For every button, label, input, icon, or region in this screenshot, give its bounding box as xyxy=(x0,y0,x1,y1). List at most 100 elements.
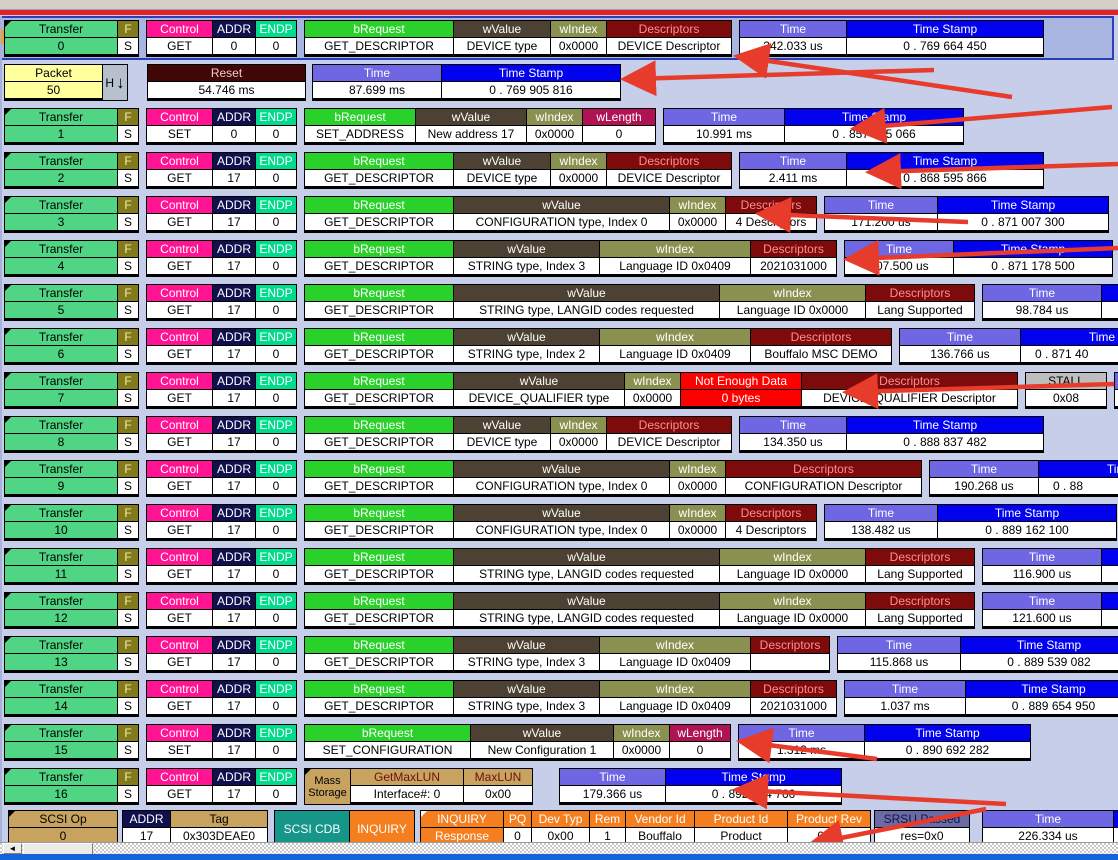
transfer-10-row[interactable]: Transfer10FSControlGETADDR17ENDP0bReques… xyxy=(4,504,1117,541)
control-value[interactable]: GET xyxy=(147,390,212,406)
endp-value[interactable]: 0 xyxy=(256,346,296,362)
descriptors-header[interactable]: Descriptors xyxy=(751,681,836,697)
scsi-cdb-cell[interactable]: SCSI CDB xyxy=(275,811,349,846)
endp-value[interactable]: 0 xyxy=(256,214,296,230)
control-header[interactable]: Control xyxy=(147,417,212,433)
stall-header[interactable]: STALL xyxy=(1026,373,1106,389)
time-header[interactable]: Time xyxy=(740,417,846,433)
time-stamp-header[interactable]: Time Stamp xyxy=(966,681,1118,697)
getmaxlun-header[interactable]: GetMaxLUN xyxy=(351,769,463,785)
addr-value[interactable]: 0 xyxy=(213,126,255,142)
f-value[interactable]: S xyxy=(118,390,138,406)
transfer-1-row[interactable]: Transfer1FSControlSETADDR0ENDP0bRequestS… xyxy=(4,108,964,145)
wvalue-value[interactable]: STRING type, Index 3 xyxy=(454,258,599,274)
time-stamp-value[interactable]: 0 . 888 837 482 xyxy=(847,434,1043,450)
time-header[interactable]: Time xyxy=(983,285,1101,301)
addr-header[interactable]: ADDR xyxy=(213,417,255,433)
endp-value[interactable]: 0 xyxy=(256,434,296,450)
endp-header[interactable]: ENDP xyxy=(256,109,296,125)
transfer-header[interactable]: Transfer xyxy=(5,329,117,345)
inquiry-cell[interactable]: INQUIRY xyxy=(350,811,414,846)
transfer-value[interactable]: 8 xyxy=(5,434,117,450)
control-header[interactable]: Control xyxy=(147,373,212,389)
time-value[interactable]: 138.482 us xyxy=(825,522,937,538)
brequest-value[interactable]: GET_DESCRIPTOR xyxy=(305,698,453,714)
reset-header[interactable]: Reset xyxy=(148,65,305,81)
time-stamp-value[interactable]: 0 . 890 692 282 xyxy=(865,742,1030,758)
control-header[interactable]: Control xyxy=(147,153,212,169)
f-value[interactable]: S xyxy=(118,38,138,54)
transfer-header[interactable]: Transfer xyxy=(5,593,117,609)
control-value[interactable]: GET xyxy=(147,610,212,626)
f-value[interactable]: S xyxy=(118,258,138,274)
control-value[interactable]: GET xyxy=(147,170,212,186)
wvalue-value[interactable]: DEVICE type xyxy=(454,38,550,54)
endp-value[interactable]: 0 xyxy=(256,786,296,802)
windex-header[interactable]: wIndex xyxy=(720,593,865,609)
control-value[interactable]: GET xyxy=(147,786,212,802)
time-stamp-header[interactable]: Time Stamp xyxy=(666,769,841,785)
time-stamp-header[interactable]: Time Stamp xyxy=(847,417,1043,433)
time-header[interactable]: Time xyxy=(930,461,1038,477)
brequest-value[interactable]: GET_DESCRIPTOR xyxy=(305,566,453,582)
wvalue-header[interactable]: wValue xyxy=(454,241,599,257)
addr-header[interactable]: ADDR xyxy=(213,21,255,37)
control-value[interactable]: SET xyxy=(147,126,212,142)
wvalue-value[interactable]: CONFIGURATION type, Index 0 xyxy=(454,522,669,538)
descriptors-value[interactable]: 4 Descriptors xyxy=(726,214,816,230)
windex-value[interactable]: Language ID 0x0409 xyxy=(600,698,750,714)
control-header[interactable]: Control xyxy=(147,725,212,741)
time-header[interactable]: Time xyxy=(838,637,960,653)
f-value[interactable]: S xyxy=(118,478,138,494)
endp-value[interactable]: 0 xyxy=(256,302,296,318)
descriptors-header[interactable]: Descriptors xyxy=(751,637,829,653)
control-header[interactable]: Control xyxy=(147,461,212,477)
addr-value[interactable]: 17 xyxy=(213,566,255,582)
descriptors-value[interactable]: DEVICE_QUALIFIER Descriptor xyxy=(802,390,1017,406)
brequest-value[interactable]: GET_DESCRIPTOR xyxy=(305,38,453,54)
time-stamp-header[interactable]: Time Stamp xyxy=(785,109,963,125)
addr-value[interactable]: 17 xyxy=(213,610,255,626)
control-header[interactable]: Control xyxy=(147,769,212,785)
addr-header[interactable]: ADDR xyxy=(213,197,255,213)
transfer-value[interactable]: 16 xyxy=(5,786,117,802)
time-value[interactable]: 121.600 us xyxy=(983,610,1101,626)
brequest-value[interactable]: GET_DESCRIPTOR xyxy=(305,522,453,538)
descriptors-header[interactable]: Descriptors xyxy=(751,329,891,345)
wlength-header[interactable]: wLength xyxy=(583,109,655,125)
windex-header[interactable]: wIndex xyxy=(551,153,606,169)
time-stamp-header[interactable]: Time Stamp xyxy=(961,637,1118,653)
brequest-value[interactable]: GET_DESCRIPTOR xyxy=(305,346,453,362)
brequest-header[interactable]: bRequest xyxy=(305,373,453,389)
wvalue-header[interactable]: wValue xyxy=(454,505,669,521)
windex-header[interactable]: wIndex xyxy=(720,285,865,301)
inquiry-header[interactable]: INQUIRY xyxy=(421,811,503,827)
transfer-value[interactable]: 2 xyxy=(5,170,117,186)
time-stamp-value[interactable]: 0 . 88 xyxy=(1039,478,1118,494)
brequest-header[interactable]: bRequest xyxy=(305,21,453,37)
getmaxlun-value[interactable]: Interface#: 0 xyxy=(351,786,463,802)
descriptors-value[interactable]: CONFIGURATION Descriptor xyxy=(726,478,921,494)
descriptors-value[interactable]: Lang Supported xyxy=(866,610,974,626)
transfer-header[interactable]: Transfer xyxy=(5,637,117,653)
time-header[interactable]: Time xyxy=(983,811,1113,827)
control-value[interactable]: GET xyxy=(147,478,212,494)
endp-header[interactable]: ENDP xyxy=(256,637,296,653)
transfer-header[interactable]: Transfer xyxy=(5,461,117,477)
transfer-16-row[interactable]: Transfer16FSControlGETADDR17ENDP0MassSto… xyxy=(4,768,842,805)
brequest-header[interactable]: bRequest xyxy=(305,417,453,433)
addr-value[interactable]: 17 xyxy=(213,170,255,186)
dev-typ-header[interactable]: Dev Typ xyxy=(532,811,589,827)
endp-header[interactable]: ENDP xyxy=(256,725,296,741)
time-header[interactable]: Time xyxy=(560,769,665,785)
brequest-value[interactable]: GET_DESCRIPTOR xyxy=(305,654,453,670)
windex-value[interactable]: 0x0000 xyxy=(670,214,725,230)
brequest-value[interactable]: GET_DESCRIPTOR xyxy=(305,610,453,626)
wvalue-value[interactable]: DEVICE type xyxy=(454,434,550,450)
brequest-header[interactable]: bRequest xyxy=(305,505,453,521)
f-value[interactable]: S xyxy=(118,170,138,186)
transfer-header[interactable]: Transfer xyxy=(5,197,117,213)
transfer-header[interactable]: Transfer xyxy=(5,109,117,125)
brequest-value[interactable]: GET_DESCRIPTOR xyxy=(305,258,453,274)
f-header[interactable]: F xyxy=(118,505,138,521)
